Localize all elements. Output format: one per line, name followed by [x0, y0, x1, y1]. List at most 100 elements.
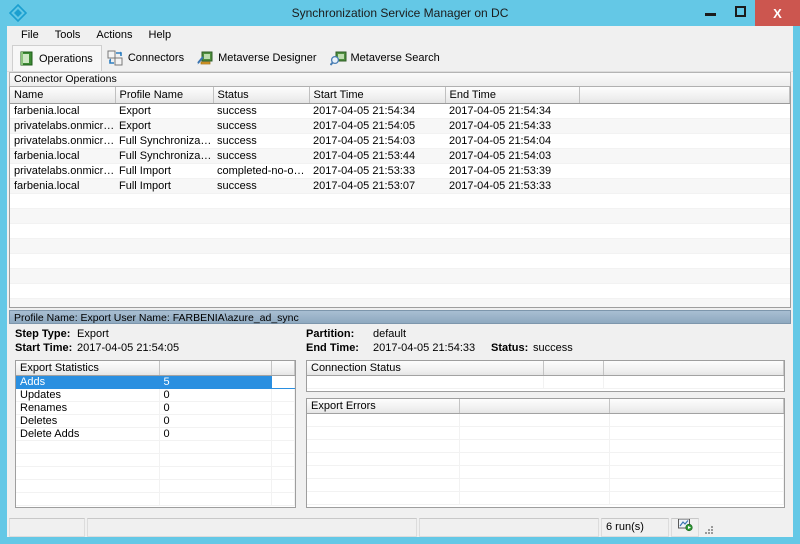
stat-value: 0 — [159, 388, 272, 402]
stat-value: 5 — [159, 375, 272, 389]
running-operation-icon — [677, 519, 693, 536]
menu-item-help[interactable]: Help — [141, 27, 180, 44]
toolbar-button-connectors[interactable]: Connectors — [102, 45, 192, 71]
export-statistics-header-row: Export Statistics — [16, 361, 295, 376]
list-item[interactable]: Delete Adds 0 — [16, 427, 295, 441]
column-header-name[interactable]: Name — [10, 87, 116, 104]
detail-left-column: Step Type: Export Start Time: 2017-04-05… — [9, 324, 296, 508]
stat-label: Updates — [16, 388, 160, 402]
export-statistics-grid[interactable]: Export Statistics Adds 5 Updates 0 Renames… — [15, 360, 296, 508]
table-row-empty — [10, 208, 790, 224]
cell-extra — [579, 178, 790, 194]
connection-status-header-col2 — [543, 361, 604, 376]
operations-table: Name Profile Name Status Start Time End … — [10, 87, 790, 307]
column-header-blank[interactable] — [579, 87, 790, 104]
cell-profile-name: Full Synchronization — [115, 148, 213, 164]
minimize-icon — [704, 12, 716, 16]
toolbar-button-operations-label: Operations — [39, 52, 93, 65]
table-row-empty — [10, 238, 790, 254]
export-statistics-header-value — [159, 361, 272, 376]
menu-item-tools[interactable]: Tools — [47, 27, 89, 44]
export-errors-header-col2 — [459, 399, 610, 414]
maximize-icon — [734, 5, 746, 17]
step-type-value: Export — [77, 328, 109, 340]
cell-name: privatelabs.onmicrosof... — [10, 133, 115, 149]
client-area: File Tools Actions Help Operations Conne… — [7, 26, 793, 537]
partition-value: default — [373, 328, 407, 340]
table-row[interactable]: farbenia.local Export success 2017-04-05 21… — [10, 103, 790, 119]
window-controls: X — [695, 0, 800, 26]
field-start-time: Start Time: 2017-04-05 21:54:05 — [9, 341, 296, 355]
cell-end-time: 2017-04-05 21:54:33 — [445, 118, 579, 134]
toolbar-button-operations[interactable]: Operations — [12, 45, 102, 71]
cell-status: success — [213, 133, 309, 149]
maximize-button[interactable] — [725, 0, 755, 22]
cell-end-time: 2017-04-05 21:54:04 — [445, 133, 579, 149]
start-time-label: Start Time: — [15, 342, 73, 354]
export-errors-grid[interactable]: Export Errors — [306, 398, 785, 508]
status-panel-2 — [87, 518, 417, 537]
cell-status: success — [213, 178, 309, 194]
stat-value: 0 — [159, 401, 272, 415]
table-row-empty — [10, 268, 790, 284]
step-type-label: Step Type: — [15, 328, 71, 340]
column-header-profile-name[interactable]: Profile Name — [115, 87, 214, 104]
export-statistics-table: Export Statistics Adds 5 Updates 0 Renames… — [16, 361, 295, 506]
table-row-empty — [307, 439, 784, 453]
toolbar-button-metaverse-search-label: Metaverse Search — [350, 52, 440, 64]
title-bar[interactable]: Synchronization Service Manager on DC X — [0, 0, 800, 26]
application-window: Synchronization Service Manager on DC X … — [0, 0, 800, 544]
connector-operations-grid[interactable]: Name Profile Name Status Start Time End … — [9, 86, 791, 308]
export-errors-header-col3 — [609, 399, 784, 414]
list-item[interactable]: Adds 5 — [16, 375, 295, 389]
cell-profile-name: Export — [115, 103, 213, 119]
cell-name: farbenia.local — [10, 103, 115, 119]
cell-status: success — [213, 148, 309, 164]
table-row[interactable]: privatelabs.onmicrosof...Full Synchroniz… — [10, 133, 790, 149]
table-header-row: Name Profile Name Status Start Time End … — [10, 87, 790, 104]
list-item[interactable]: Updates 0 — [16, 388, 295, 402]
connection-status-header-col3 — [603, 361, 784, 376]
toolbar-button-metaverse-search[interactable]: Metaverse Search — [325, 45, 448, 71]
table-row-empty — [10, 193, 790, 209]
toolbar-button-metaverse-designer[interactable]: Metaverse Designer — [192, 45, 324, 71]
table-row-empty — [307, 465, 784, 479]
connection-status-body — [307, 375, 784, 389]
cell-end-time: 2017-04-05 21:53:33 — [445, 178, 579, 194]
cell-name: farbenia.local — [10, 148, 115, 164]
partition-label: Partition: — [306, 328, 355, 340]
table-row[interactable]: farbenia.local Full Import success 2017-04-… — [10, 178, 790, 194]
cell-name: privatelabs.onmicrosof... — [10, 118, 115, 134]
close-button[interactable]: X — [755, 0, 800, 26]
connection-status-grid[interactable]: Connection Status — [306, 360, 785, 392]
export-statistics-header-blank — [271, 361, 295, 376]
cell-extra — [579, 118, 790, 134]
table-row[interactable]: farbenia.local Full Synchronization succes… — [10, 148, 790, 164]
cell-start-time: 2017-04-05 21:53:07 — [309, 178, 445, 194]
resize-grip[interactable] — [701, 518, 715, 537]
column-header-start-time[interactable]: Start Time — [309, 87, 446, 104]
column-header-end-time[interactable]: End Time — [445, 87, 580, 104]
table-row-empty — [10, 298, 790, 307]
minimize-button[interactable] — [695, 0, 725, 22]
export-errors-header-row: Export Errors — [307, 399, 784, 414]
menu-bar: File Tools Actions Help — [7, 26, 793, 45]
menu-item-file[interactable]: File — [13, 27, 47, 44]
cell-start-time: 2017-04-05 21:53:33 — [309, 163, 445, 179]
window-title: Synchronization Service Manager on DC — [291, 6, 509, 20]
table-row[interactable]: privatelabs.onmicrosof...Exportsuccess20… — [10, 118, 790, 134]
menu-item-actions[interactable]: Actions — [88, 27, 140, 44]
table-row[interactable]: privatelabs.onmicrosof...Full Importcomp… — [10, 163, 790, 179]
list-item[interactable]: Deletes 0 — [16, 414, 295, 428]
metaverse-search-icon — [329, 50, 347, 67]
status-icon-panel[interactable] — [671, 518, 699, 537]
list-item-empty — [16, 479, 295, 493]
column-header-status[interactable]: Status — [213, 87, 310, 104]
table-row — [307, 375, 784, 389]
profile-name-bar: Profile Name: Export User Name: FARBENIA… — [9, 310, 791, 324]
list-item[interactable]: Renames 0 — [16, 401, 295, 415]
status-panel-3 — [419, 518, 599, 537]
operations-table-body: farbenia.local Export success 2017-04-05 21… — [10, 103, 790, 307]
stat-label: Delete Adds — [16, 427, 160, 441]
list-item-empty — [16, 440, 295, 454]
